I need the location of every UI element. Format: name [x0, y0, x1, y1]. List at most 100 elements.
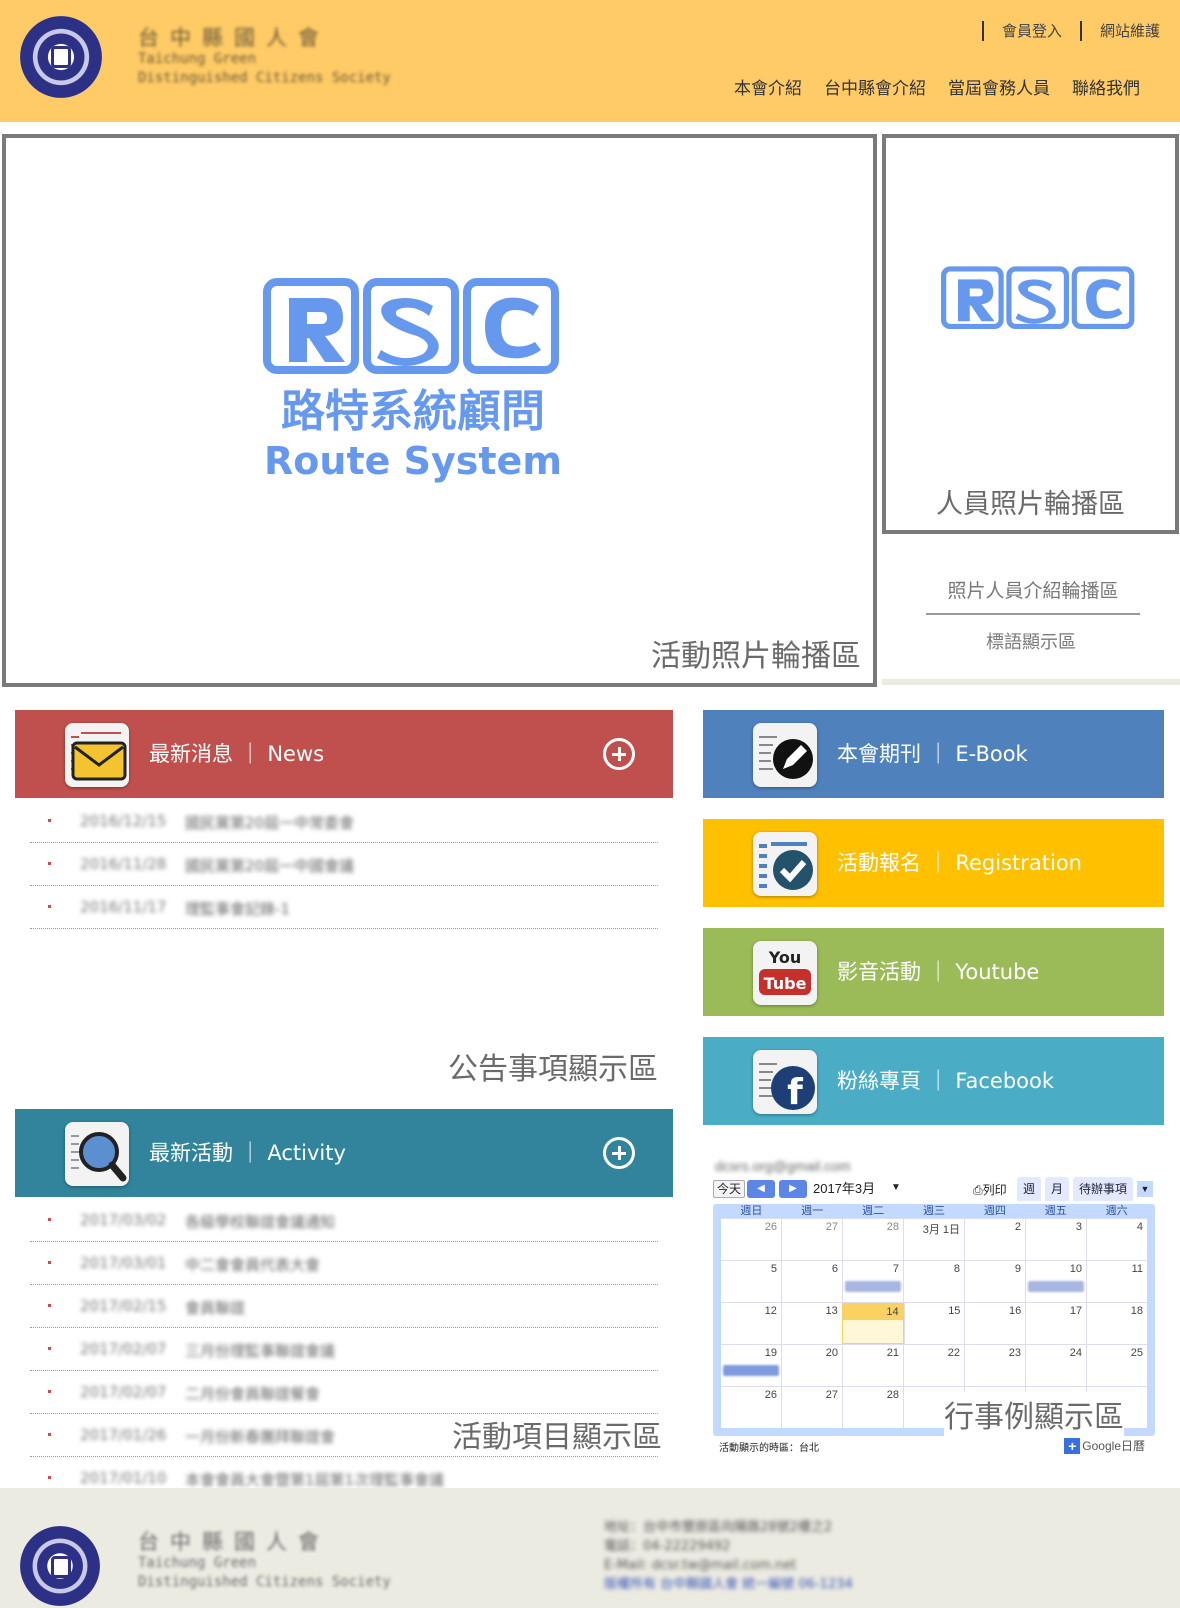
nav-county-intro[interactable]: 台中縣會介紹: [824, 74, 926, 99]
calendar-next-arrow-icon[interactable]: ▶: [779, 1180, 807, 1198]
activity-title[interactable]: 一月份新春團拜聯誼會: [185, 1426, 335, 1447]
calendar-day-cell[interactable]: 24: [1025, 1345, 1086, 1386]
news-more-plus-icon[interactable]: [603, 738, 635, 770]
activity-date: 2017/02/15: [80, 1297, 167, 1315]
list-item[interactable]: 2016/11/28 國民黨第20屆一中國會議: [30, 843, 658, 886]
calendar-day-cell[interactable]: 9: [964, 1261, 1025, 1302]
calendar-day-cell[interactable]: 11: [1086, 1261, 1147, 1302]
calendar-day-cell[interactable]: 3月 1日: [903, 1219, 964, 1260]
list-item[interactable]: 2017/03/02 各級學校聯誼會議通知: [30, 1199, 658, 1242]
calendar-tab-agenda[interactable]: 待辦事項: [1073, 1177, 1134, 1201]
activity-title[interactable]: 本會會員大會暨第1屆第1次理監事會議: [185, 1469, 444, 1490]
calendar-day-cell[interactable]: 7: [842, 1261, 903, 1302]
calendar-day-cell[interactable]: 23: [964, 1345, 1025, 1386]
calendar-day-cell[interactable]: 27: [781, 1219, 842, 1260]
calendar-day-cell[interactable]: 26: [721, 1219, 781, 1260]
facebook-bar[interactable]: f 粉絲專頁 ｜ Facebook: [703, 1037, 1164, 1125]
calendar-day-cell[interactable]: 6: [781, 1261, 842, 1302]
youtube-bar[interactable]: You Tube 影音活動 ｜ Youtube: [703, 928, 1164, 1016]
google-calendar-add-button[interactable]: + Google日曆: [1064, 1437, 1145, 1454]
calendar-day-cell[interactable]: 25: [1086, 1345, 1147, 1386]
calendar-event-chip[interactable]: [845, 1281, 901, 1292]
news-title[interactable]: 理監事會記錄-1: [185, 898, 290, 919]
checkmark-icon: [753, 832, 817, 896]
footer-email[interactable]: E-Mail: dcsr.tw@mail.com.net: [604, 1556, 853, 1575]
news-date: 2016/11/17: [80, 898, 167, 916]
calendar-day-cell[interactable]: 2: [964, 1219, 1025, 1260]
activity-title[interactable]: 會員聯誼: [185, 1297, 245, 1318]
calendar-day-cell[interactable]: 15: [903, 1303, 965, 1344]
nav-about[interactable]: 本會介紹: [734, 74, 802, 99]
calendar-options-dropdown-icon[interactable]: ▼: [1137, 1181, 1153, 1197]
calendar-day-cell[interactable]: 18: [1086, 1303, 1147, 1344]
calendar-weekday-header: 週日 週一 週二 週三 週四 週五 週六: [721, 1204, 1147, 1218]
footer-address: 地址：台中市豐原區向陽路28號2樓之2: [604, 1520, 833, 1535]
youtube-icon-tube: Tube: [764, 974, 807, 993]
news-title[interactable]: 國民黨第20屆一中常委會: [185, 812, 354, 833]
activity-title[interactable]: 中二會會員代表大會: [185, 1254, 320, 1275]
site-logo-text[interactable]: 台中縣國人會 Taichung Green Distinguished Citi…: [138, 22, 418, 88]
activity-more-plus-icon[interactable]: [603, 1137, 635, 1169]
nav-contact[interactable]: 聯絡我們: [1072, 74, 1140, 99]
calendar-day-cell[interactable]: 20: [781, 1345, 842, 1386]
calendar-event-chip[interactable]: [1028, 1281, 1084, 1292]
footer-link[interactable]: 版權所有 台中縣國人會 統一編號 06-1234: [604, 1575, 853, 1594]
site-header: 台中縣國人會 Taichung Green Distinguished Citi…: [0, 0, 1180, 122]
calendar-day-cell[interactable]: 5: [721, 1261, 781, 1302]
calendar-print-link[interactable]: ⎙列印: [973, 1181, 1007, 1198]
calendar-tab-week[interactable]: 週: [1017, 1177, 1042, 1201]
envelope-icon: [65, 723, 129, 787]
member-login-link[interactable]: 會員登入: [1002, 20, 1062, 41]
calendar-today-button[interactable]: 今天: [713, 1180, 746, 1198]
calendar-prev-arrow-icon[interactable]: ◀: [747, 1180, 775, 1198]
site-maintenance-link[interactable]: 網站維護: [1100, 20, 1160, 41]
calendar-day-cell[interactable]: 22: [903, 1345, 964, 1386]
calendar-day-cell[interactable]: 13: [780, 1303, 842, 1344]
activity-title[interactable]: 二月份會員聯誼餐會: [185, 1383, 320, 1404]
calendar-week-row: 5 6 7 8 9 10 11: [721, 1260, 1147, 1302]
calendar-day-cell[interactable]: 10: [1025, 1261, 1086, 1302]
month-dropdown-icon[interactable]: ▼: [891, 1182, 901, 1193]
calendar-day-cell[interactable]: 4: [1086, 1219, 1147, 1260]
logo-english-line1: Taichung Green: [138, 51, 257, 67]
calendar-day-cell[interactable]: 17: [1025, 1303, 1086, 1344]
calendar-day-cell[interactable]: 8: [903, 1261, 964, 1302]
list-item[interactable]: 2017/02/15 會員聯誼: [30, 1285, 658, 1328]
calendar-tab-month[interactable]: 月: [1045, 1177, 1070, 1201]
link-separator: [1079, 20, 1082, 41]
calendar-day-cell[interactable]: 26: [721, 1387, 781, 1428]
list-item[interactable]: 2017/02/07 三月份理監事聯誼會議: [30, 1328, 658, 1371]
calendar-day-cell[interactable]: 16: [964, 1303, 1025, 1344]
staff-photo-slider[interactable]: 人員照片輪播區: [882, 134, 1179, 534]
calendar-event-chip[interactable]: [723, 1365, 779, 1376]
rsc-chinese-text: 路特系統顧問: [281, 386, 545, 437]
news-header-bar[interactable]: 最新消息 ｜ News: [15, 710, 673, 798]
society-seal-logo[interactable]: [20, 16, 102, 98]
activity-title[interactable]: 各級學校聯誼會議通知: [185, 1211, 335, 1232]
list-item[interactable]: 2017/02/07 二月份會員聯誼餐會: [30, 1371, 658, 1414]
calendar-today-cell[interactable]: 14: [841, 1303, 904, 1344]
registration-bar[interactable]: 活動報名 ｜ Registration: [703, 819, 1164, 907]
ebook-bar[interactable]: 本會期刊 ｜ E-Book: [703, 710, 1164, 798]
calendar-day-cell[interactable]: 19: [721, 1345, 781, 1386]
news-title[interactable]: 國民黨第20屆一中國會議: [185, 855, 354, 876]
calendar-day-cell[interactable]: 3: [1025, 1219, 1086, 1260]
event-photo-slider[interactable]: 路特系統顧問 Route System 活動照片輪播區: [2, 134, 877, 687]
news-date: 2016/11/28: [80, 855, 167, 873]
list-item[interactable]: 2016/11/17 理監事會記錄-1: [30, 886, 658, 929]
list-item[interactable]: 2016/12/15 國民黨第20屆一中常委會: [30, 800, 658, 843]
calendar-day-cell[interactable]: 28: [842, 1387, 903, 1428]
calendar-day-cell[interactable]: 21: [842, 1345, 903, 1386]
calendar-print-label: 列印: [982, 1183, 1007, 1197]
nav-staff[interactable]: 當屆會務人員: [948, 74, 1050, 99]
rsc-logo-small-image: [941, 266, 1135, 330]
footer-logo-english-line1: Taichung Green: [138, 1555, 257, 1571]
activity-header-bar[interactable]: 最新活動 ｜ Activity: [15, 1109, 673, 1197]
calendar-day-cell[interactable]: 28: [842, 1219, 903, 1260]
calendar-day-cell[interactable]: 27: [781, 1387, 842, 1428]
calendar-day-cell[interactable]: 12: [721, 1303, 781, 1344]
staff-slider-caption: 人員照片輪播區: [936, 489, 1125, 520]
activity-title[interactable]: 三月份理監事聯誼會議: [185, 1340, 335, 1361]
youtube-label: 影音活動 ｜ Youtube: [837, 960, 1040, 984]
list-item[interactable]: 2017/03/01 中二會會員代表大會: [30, 1242, 658, 1285]
